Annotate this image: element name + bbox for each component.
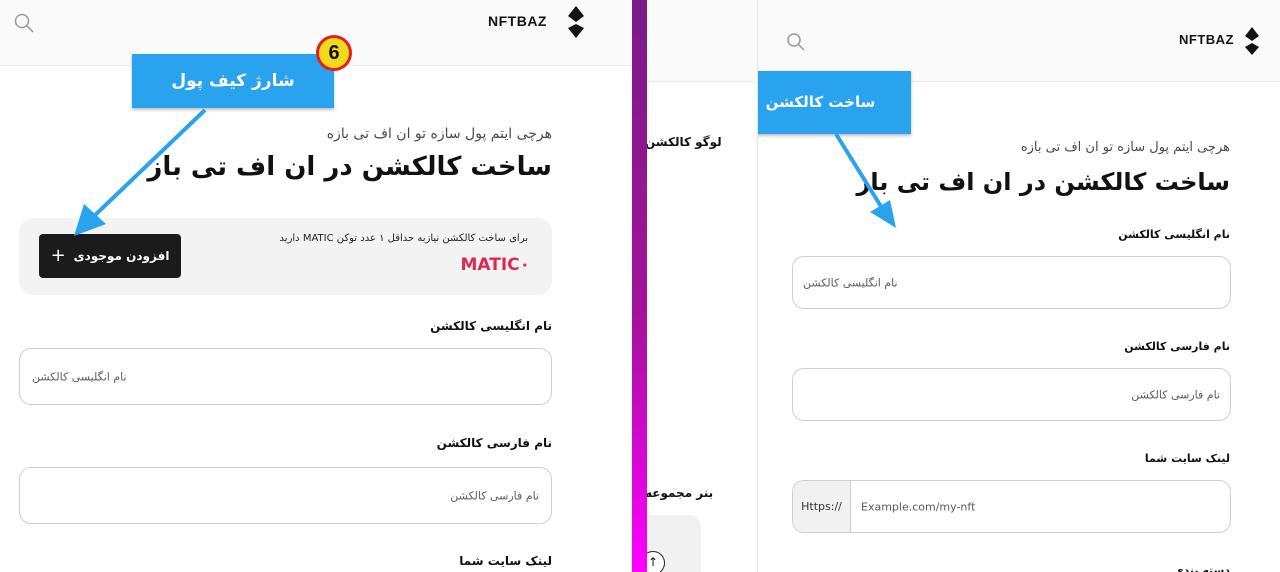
banner-upload-box[interactable]: ↑ [647, 515, 701, 572]
collection-logo-label: لوگو کالکشن [647, 135, 722, 149]
persian-name-label: نام فارسی کالکشن [1124, 340, 1230, 353]
step-number-6: 6 [328, 41, 340, 64]
english-name-input[interactable]: نام انگلیسی کالکشن [792, 256, 1231, 309]
website-prefix-text: Https:// [801, 500, 842, 513]
screenshot-divider [632, 0, 647, 572]
page-subtitle: هرچی ایتم پول سازه تو ان اف تی بازه [326, 126, 552, 142]
left-screen: NFTBAZ هرچی ایتم پول سازه تو ان اف تی با… [0, 0, 632, 572]
persian-name-placeholder: نام فارسی کالکشن [450, 489, 539, 502]
step-badge-6: 6 [316, 35, 352, 71]
website-placeholder: Example.com/my-nft [861, 500, 976, 513]
right-screen: NFTBAZ هرچی ایتم پول سازه تو ان اف تی با… [757, 0, 1280, 572]
english-name-label: نام انگلیسی کالکشن [1118, 228, 1230, 241]
website-input[interactable]: Https:// Example.com/my-nft [792, 480, 1231, 533]
wallet-notice: برای ساخت کالکشن نیازبه حداقل ۱ عدد توکن… [279, 233, 528, 244]
brand-name: NFTBAZ [488, 13, 547, 29]
middle-header [647, 0, 757, 82]
page-title: ساخت کالکشن در ان اف تی باز [856, 168, 1231, 196]
nftbaz-logo-icon[interactable] [1241, 25, 1263, 57]
website-label: لینک سایت شما [1144, 452, 1230, 465]
persian-name-placeholder: نام فارسی کالکشن [1131, 388, 1220, 401]
create-collection-callout: ساخت کالکشن (مجموعه) [758, 71, 911, 174]
nftbaz-logo-icon[interactable] [564, 4, 588, 40]
english-name-label: نام انگلیسی کالکشن [430, 319, 552, 333]
right-header: NFTBAZ [758, 0, 1280, 82]
english-name-placeholder: نام انگلیسی کالکشن [32, 370, 127, 383]
collection-banner-label: بنر مجموعه [647, 486, 714, 500]
add-funds-label: افزودن موجودی [73, 249, 170, 263]
arrow-icon [834, 132, 896, 228]
page-subtitle: هرچی ایتم پول سازه تو ان اف تی بازه [1020, 140, 1230, 155]
persian-name-label: نام فارسی کالکشن [436, 436, 552, 450]
arrow-icon [74, 108, 207, 236]
english-name-input[interactable]: نام انگلیسی کالکشن [19, 348, 552, 405]
wallet-balance: MATIC۰ [460, 255, 530, 275]
screenshot-composite: NFTBAZ هرچی ایتم پول سازه تو ان اف تی با… [0, 0, 1280, 572]
upload-icon: ↑ [647, 551, 665, 572]
search-icon[interactable] [13, 12, 35, 34]
website-label: لینک سایت شما [459, 554, 552, 568]
persian-name-input[interactable]: نام فارسی کالکشن [792, 368, 1231, 421]
wallet-charge-callout-text: شارژ کیف پول [171, 71, 295, 91]
english-name-placeholder: نام انگلیسی کالکشن [803, 276, 898, 289]
persian-name-input[interactable]: نام فارسی کالکشن [19, 467, 552, 524]
search-icon[interactable] [786, 32, 806, 52]
website-prefix: Https:// [793, 481, 851, 532]
category-label: دسته بندی [1173, 564, 1230, 572]
middle-screen-strip: لوگو کالکشن بنر مجموعه ↑ [647, 0, 757, 572]
brand-name: NFTBAZ [1179, 32, 1234, 47]
